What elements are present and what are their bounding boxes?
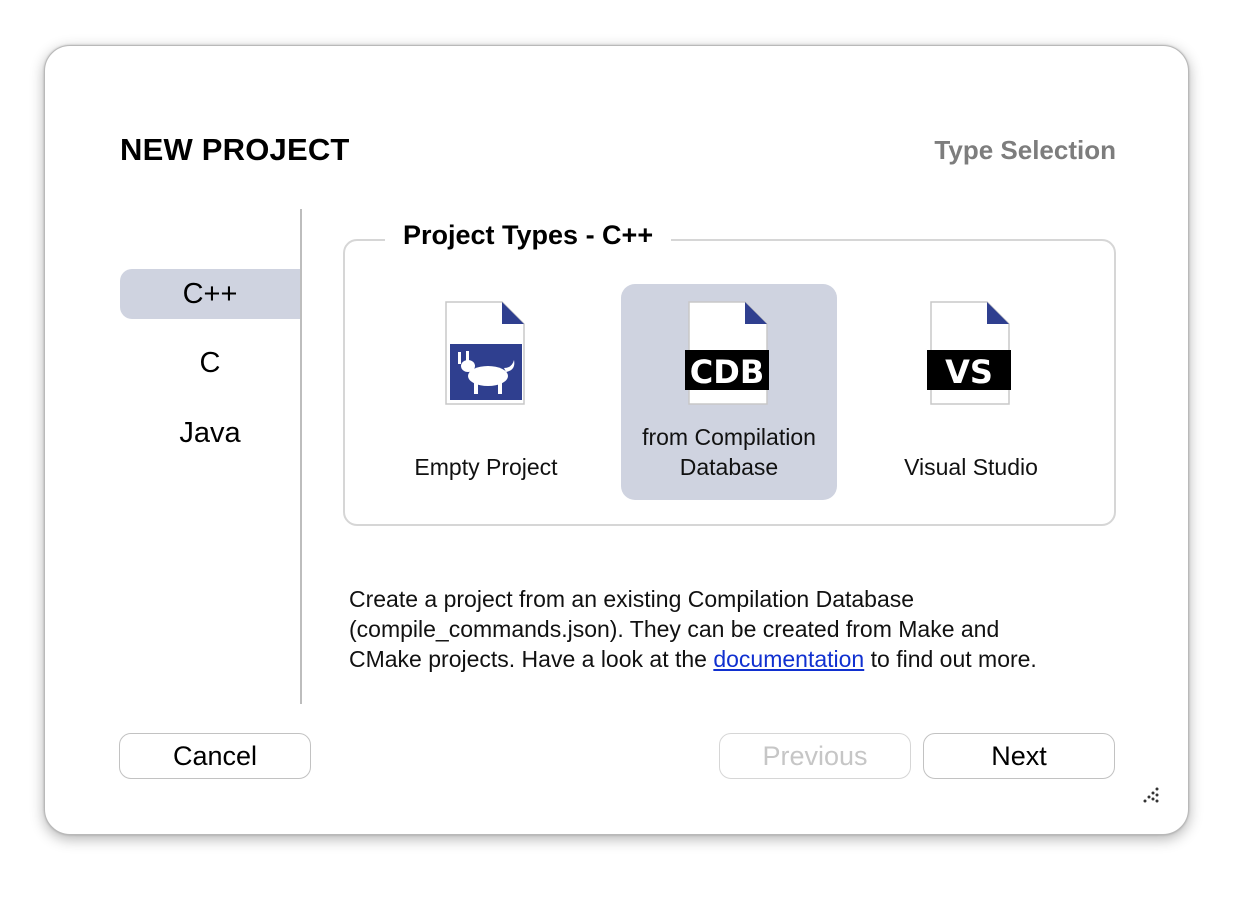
step-label: Type Selection (934, 135, 1116, 165)
vs-file-icon: VS (927, 301, 1011, 405)
type-empty-project[interactable]: Empty Project (378, 284, 594, 500)
previous-button[interactable]: Previous (719, 733, 911, 779)
sidebar-item-cpp[interactable]: C++ (120, 269, 300, 319)
sidebar-item-c[interactable]: C (120, 338, 300, 388)
sidebar-item-java[interactable]: Java (120, 408, 300, 458)
type-label: Visual Studio (904, 454, 1038, 480)
documentation-link[interactable]: documentation (713, 646, 864, 672)
type-compilation-database[interactable]: CDB from Compilation Database (621, 284, 837, 500)
resize-grip-icon[interactable] (1142, 786, 1160, 804)
type-label: from Compilation Database (642, 424, 816, 480)
next-button[interactable]: Next (923, 733, 1115, 779)
type-label: Empty Project (414, 454, 558, 480)
dialog-title: NEW PROJECT (120, 132, 350, 167)
cancel-button[interactable]: Cancel (119, 733, 311, 779)
project-types-title: Project Types - C++ (385, 220, 672, 251)
empty-project-icon (445, 301, 525, 405)
vs-icon-text: VS (945, 353, 993, 391)
project-type-description: Create a project from an existing Compil… (349, 586, 1037, 672)
new-project-dialog: NEW PROJECT Type Selection C++ C Java Pr… (44, 45, 1189, 835)
language-sidebar: C++ C Java (120, 209, 300, 704)
type-visual-studio[interactable]: VS Visual Studio (863, 284, 1079, 500)
cdb-icon-text: CDB (690, 353, 764, 391)
cdb-file-icon: CDB (685, 301, 769, 405)
sidebar-divider (300, 209, 302, 704)
